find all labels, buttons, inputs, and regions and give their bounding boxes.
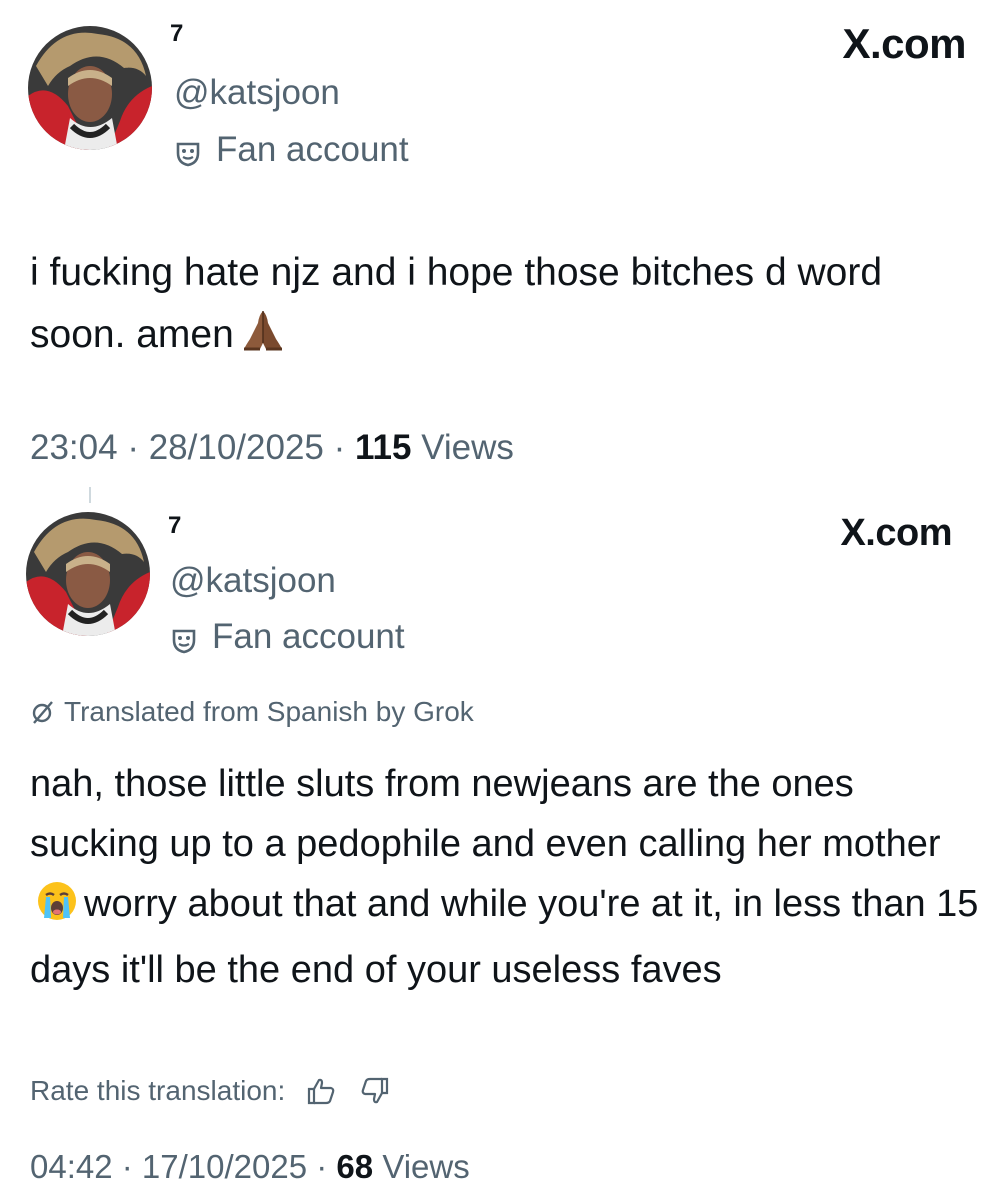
avatar[interactable]	[26, 512, 150, 636]
avatar[interactable]	[28, 26, 152, 150]
post-1: 7 @katsjoon Fan account X.com i fucking …	[0, 0, 1004, 490]
user-handle[interactable]: @katsjoon	[174, 73, 340, 113]
post-text-before-emoji: nah, those little sluts from newjeans ar…	[30, 763, 941, 865]
rate-translation: Rate this translation:	[30, 1073, 393, 1109]
views-count: 68	[336, 1148, 374, 1185]
post-2: 7 @katsjoon Fan account X.com Translated…	[0, 490, 1004, 1200]
views-count: 115	[354, 428, 412, 467]
post-date[interactable]: 28/10/2025	[149, 428, 324, 467]
persona-mask-icon	[174, 136, 202, 167]
account-label: Fan account	[174, 130, 409, 170]
translation-note-text: Translated from Spanish by Grok	[64, 696, 474, 727]
brand-watermark: X.com	[840, 512, 952, 554]
user-handle[interactable]: @katsjoon	[170, 561, 336, 601]
thumbs-up-icon	[308, 1078, 335, 1105]
account-label-text: Fan account	[216, 130, 409, 169]
account-label: Fan account	[170, 617, 405, 657]
post-date[interactable]: 17/10/2025	[142, 1148, 307, 1185]
views-label: Views	[382, 1148, 470, 1185]
post-meta: 04:42 · 17/10/2025 · 68 Views	[30, 1148, 470, 1186]
meta-separator: ·	[112, 1148, 142, 1185]
rate-translation-label: Rate this translation:	[30, 1075, 286, 1106]
meta-separator: ·	[307, 1148, 337, 1185]
avatar-image	[26, 512, 150, 636]
translation-note[interactable]: Translated from Spanish by Grok	[30, 696, 474, 728]
display-name[interactable]: 7	[170, 20, 183, 48]
persona-mask-icon	[170, 623, 198, 654]
post-text-body: i fucking hate njz and i hope those bitc…	[30, 251, 883, 356]
meta-separator: ·	[117, 428, 149, 467]
folded-hands-emoji	[240, 307, 286, 372]
brand-watermark: X.com	[842, 20, 966, 67]
post-meta: 23:04 · 28/10/2025 · 115 Views	[30, 428, 514, 468]
post-text-after-emoji: worry about that and while you're at it,…	[30, 883, 979, 991]
post-text: i fucking hate njz and i hope those bitc…	[30, 242, 980, 372]
post-time[interactable]: 23:04	[30, 428, 118, 467]
post-text: nah, those little sluts from newjeans ar…	[30, 754, 980, 1000]
post-time[interactable]: 04:42	[30, 1148, 113, 1185]
account-label-text: Fan account	[212, 617, 405, 656]
thumbs-down-icon	[361, 1077, 389, 1104]
display-name[interactable]: 7	[168, 512, 181, 540]
meta-separator: ·	[323, 428, 355, 467]
loudly-crying-face-emoji	[36, 880, 78, 940]
thumbs-up-button[interactable]	[303, 1073, 339, 1109]
grok-icon	[30, 699, 56, 725]
avatar-image	[28, 26, 152, 150]
views-label: Views	[421, 428, 514, 467]
thumbs-down-button[interactable]	[357, 1073, 393, 1109]
